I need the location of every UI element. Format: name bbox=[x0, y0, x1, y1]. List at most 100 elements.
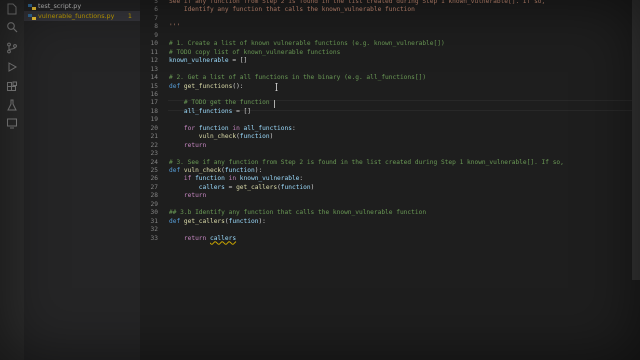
code-token: known_vulnerable bbox=[239, 175, 300, 183]
run-debug-icon[interactable] bbox=[6, 61, 18, 73]
code-token: return bbox=[169, 141, 207, 149]
text-caret bbox=[274, 100, 275, 108]
code-token: # TODO copy list of known_vulnerable fun… bbox=[169, 48, 341, 56]
code-line: return bbox=[169, 142, 206, 151]
code-token: callers bbox=[209, 234, 237, 242]
code-line: for function in all_functions: bbox=[169, 125, 296, 134]
code-line: ''' bbox=[169, 23, 180, 32]
code-token: See if any function from Step 2 is found… bbox=[169, 0, 546, 5]
mouse-ibeam-cursor bbox=[275, 83, 278, 91]
code-line: # TODO copy list of known_vulnerable fun… bbox=[169, 49, 340, 58]
file-item-vulnerable-functions[interactable]: vulnerable_functions.py 1 bbox=[24, 11, 140, 21]
code-token: ''' bbox=[169, 23, 181, 31]
code-token: return bbox=[169, 192, 207, 200]
code-token: function bbox=[228, 217, 259, 225]
code-line: # 3. See if any function from Step 2 is … bbox=[169, 159, 564, 168]
code-token: function bbox=[239, 133, 270, 141]
code-token: # 3. See if any function from Step 2 is … bbox=[169, 158, 564, 166]
line-number: 28 bbox=[150, 192, 158, 200]
code-token: ): bbox=[254, 167, 263, 174]
vertical-scrollbar[interactable] bbox=[632, 0, 640, 360]
line-number: 29 bbox=[150, 200, 158, 208]
code-token: = [] bbox=[228, 57, 248, 65]
code-line: ## 3.b Identify any function that calls … bbox=[169, 209, 426, 218]
line-number: 22 bbox=[150, 141, 158, 149]
remote-explorer-icon[interactable] bbox=[6, 117, 18, 129]
code-line: return callers bbox=[169, 235, 236, 244]
code-token: # 1. Create a list of known vulnerable f… bbox=[169, 40, 445, 48]
code-token: vuln_check bbox=[169, 133, 237, 141]
code-token: all_functions bbox=[169, 107, 233, 115]
code-line: # 2. Get a list of all functions in the … bbox=[169, 74, 426, 83]
file-name: test_script.py bbox=[38, 2, 82, 10]
code-token: def bbox=[169, 82, 184, 90]
code-line: # 1. Create a list of known vulnerable f… bbox=[169, 40, 445, 49]
line-number: 7 bbox=[154, 14, 158, 22]
extensions-icon[interactable] bbox=[6, 81, 18, 93]
line-number: 14 bbox=[150, 74, 158, 82]
line-number: 21 bbox=[150, 133, 158, 141]
code-line: vuln_check(function) bbox=[169, 133, 274, 142]
code-token: (): bbox=[232, 82, 244, 90]
code-line: return bbox=[169, 192, 206, 201]
code-token: function bbox=[280, 183, 311, 191]
problem-count-badge: 1 bbox=[127, 12, 132, 20]
code-token: function bbox=[198, 124, 229, 132]
line-number: 12 bbox=[150, 57, 158, 65]
code-token: in bbox=[224, 175, 240, 183]
code-token: # TODO get the function bbox=[169, 99, 274, 107]
code-token: ): bbox=[258, 217, 266, 225]
search-icon[interactable] bbox=[6, 21, 18, 33]
code-token: ) bbox=[310, 183, 315, 191]
code-token: ## 3.b Identify any function that calls … bbox=[169, 209, 427, 217]
code-token: def bbox=[169, 167, 184, 174]
line-number: 19 bbox=[150, 116, 158, 124]
code-token: = [] bbox=[232, 107, 251, 115]
code-token: all_functions bbox=[243, 124, 292, 132]
file-item-test-script[interactable]: test_script.py bbox=[24, 1, 140, 11]
code-token: callers bbox=[169, 183, 225, 191]
line-number: 18 bbox=[150, 107, 158, 115]
activity-bar bbox=[0, 0, 24, 360]
line-number: 23 bbox=[150, 150, 158, 158]
code-editor[interactable]: 5 6 7 8 9 10 11 12 13 14 15 16 17 18 19 20 21 22 23 24 25 26 2… bbox=[140, 0, 640, 360]
code-token: def bbox=[169, 217, 184, 225]
line-number: 15 bbox=[150, 82, 158, 90]
code-token: # 2. Get a list of all functions in the … bbox=[169, 74, 427, 82]
line-number: 27 bbox=[150, 183, 158, 191]
code-token: if bbox=[169, 175, 196, 183]
code-token: return bbox=[169, 234, 210, 242]
code-token: get_callers bbox=[183, 217, 225, 225]
code-line: def get_callers(function): bbox=[169, 218, 266, 227]
code-token: in bbox=[228, 124, 244, 132]
line-number: 31 bbox=[150, 217, 158, 225]
line-number: 16 bbox=[150, 90, 158, 98]
files-icon[interactable] bbox=[6, 3, 18, 15]
line-number: 24 bbox=[150, 158, 158, 166]
line-number: 20 bbox=[150, 124, 158, 132]
code-token: function bbox=[195, 175, 225, 183]
line-number: 33 bbox=[150, 234, 158, 242]
line-number: 13 bbox=[150, 65, 158, 73]
code-token: function bbox=[224, 167, 255, 174]
code-token: : bbox=[299, 175, 304, 183]
source-control-icon[interactable] bbox=[6, 42, 18, 54]
explorer-sidebar: test_script.py vulnerable_functions.py 1 bbox=[24, 0, 140, 360]
file-name: vulnerable_functions.py bbox=[38, 12, 115, 20]
code-line: all_functions = [] bbox=[169, 108, 251, 117]
line-number: 6 bbox=[154, 6, 158, 14]
code-token: vuln_check bbox=[183, 167, 222, 174]
python-file-icon bbox=[28, 13, 36, 20]
code-token: ) bbox=[269, 133, 274, 141]
code-line: known_vulnerable = [] bbox=[169, 57, 247, 66]
code-line: # TODO get the function bbox=[169, 99, 273, 108]
code-token: = bbox=[224, 183, 237, 191]
testing-icon[interactable] bbox=[6, 99, 18, 111]
scrollbar-thumb[interactable] bbox=[632, 0, 640, 280]
line-number: 26 bbox=[150, 175, 158, 183]
line-number: 32 bbox=[150, 226, 158, 234]
code-line: if function in known_vulnerable: bbox=[169, 175, 303, 184]
line-number: 25 bbox=[150, 167, 158, 174]
line-number: 11 bbox=[150, 48, 158, 56]
line-number: 10 bbox=[150, 40, 158, 48]
